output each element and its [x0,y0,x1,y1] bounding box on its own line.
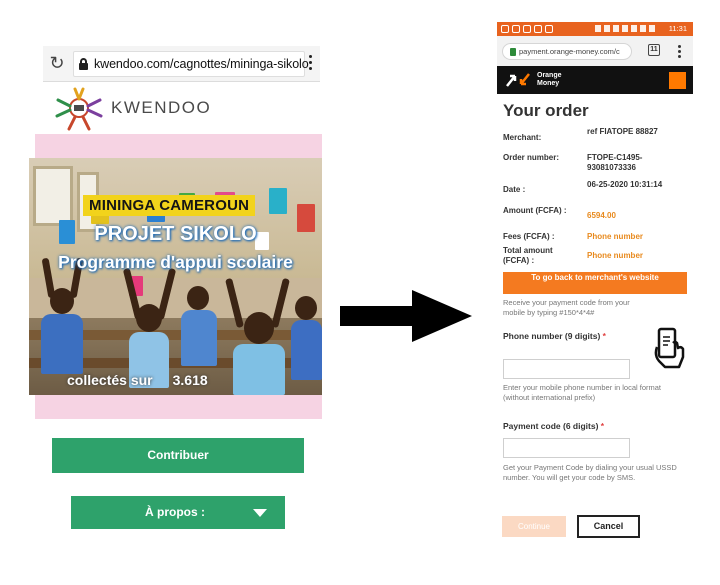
back-to-merchant-button[interactable]: To go back to merchant's website [503,272,687,294]
lock-icon [79,58,88,70]
reload-icon[interactable]: ↻ [47,53,67,73]
tabs-icon[interactable]: 11 [648,44,660,56]
about-dropdown[interactable]: À propos : [71,496,285,529]
row-label: Order number: [503,153,560,162]
about-label: À propos : [145,505,205,519]
system-icons [595,25,658,34]
payment-code-label: Payment code (6 digits) * [503,421,604,431]
orange-money-page: 11:31 payment.orange-money.com/c 11 Oran… [497,22,693,545]
hero-subtitle: Programme d'appui scolaire [58,252,293,272]
contribute-button[interactable]: Contribuer [52,438,304,473]
row-value: ref FIATOPE 88827 [587,127,658,136]
url-text: payment.orange-money.com/c [519,47,620,56]
kwendoo-page: ↻ kwendoo.com/cagnottes/mininga-sikolo K… [29,46,322,546]
row-label: Fees (FCFA) : [503,232,555,241]
page-title: Your order [503,101,589,120]
menu-icon[interactable] [678,45,681,60]
ussd-help-text: Receive your payment code from your mobi… [503,298,630,317]
orange-money-header: Orange Money [497,66,693,94]
collected-value: 3.618 [172,372,208,388]
kwendoo-logo[interactable]: KWENDOO [53,86,223,132]
notification-icons [501,25,556,35]
browser-address-bar: payment.orange-money.com/c 11 [497,36,693,66]
hero-image[interactable]: MININGA CAMEROUN PROJET SIKOLO Programme… [29,158,322,395]
kwendoo-logo-mark [55,87,103,131]
caret-down-icon [253,509,267,517]
brand-name: Orange Money [537,72,562,88]
lock-icon [510,48,516,56]
row-value: FTOPE-C1495-93081073336 [587,153,643,172]
hero-project-title: PROJET SIKOLO [94,223,257,245]
row-label: Date : [503,185,526,194]
phone-number-input[interactable] [503,359,630,379]
browser-address-bar: ↻ kwendoo.com/cagnottes/mininga-sikolo [43,46,320,82]
payment-code-label-text: Payment code (6 digits) [503,421,599,431]
menu-icon[interactable] [309,55,313,73]
hero-tag-title: MININGA CAMEROUN [83,195,256,216]
url-field[interactable]: payment.orange-money.com/c [502,43,632,60]
brand-line-2: Money [537,80,560,87]
orange-money-logo-icon [506,73,530,87]
arrow-right-icon [340,290,472,342]
continue-button[interactable]: Continue [502,516,566,537]
collected-label: collectés sur [67,372,153,388]
status-bar: 11:31 [497,22,693,36]
phone-hand-icon [654,327,685,369]
row-value: 6594.00 [587,211,616,220]
phone-number-label: Phone number (9 digits) * [503,331,606,341]
row-value: Phone number [587,232,644,241]
brand-line-1: Orange [537,72,562,79]
row-label: Merchant: [503,133,542,142]
payment-code-input[interactable] [503,438,630,458]
url-field[interactable]: kwendoo.com/cagnottes/mininga-sikolo [73,51,309,77]
cancel-button[interactable]: Cancel [577,515,640,538]
collected-counter: collectés sur 3.618 [67,372,208,388]
url-text: kwendoo.com/cagnottes/mininga-sikolo [94,57,309,71]
status-time: 11:31 [668,24,687,33]
required-mark: * [602,331,606,341]
phone-number-label-text: Phone number (9 digits) [503,331,601,341]
row-value: 06-25-2020 10:31:14 [587,180,663,189]
required-mark: * [600,421,605,431]
orange-logo-square [669,72,686,89]
row-label: Total amount (FCFA) : [503,246,553,265]
row-value: Phone number [587,251,644,260]
logo-text: KWENDOO [111,98,212,117]
payment-code-help: Get your Payment Code by dialing your us… [503,463,677,482]
row-label: Amount (FCFA) : [503,206,567,215]
phone-number-help: Enter your mobile phone number in local … [503,383,661,402]
